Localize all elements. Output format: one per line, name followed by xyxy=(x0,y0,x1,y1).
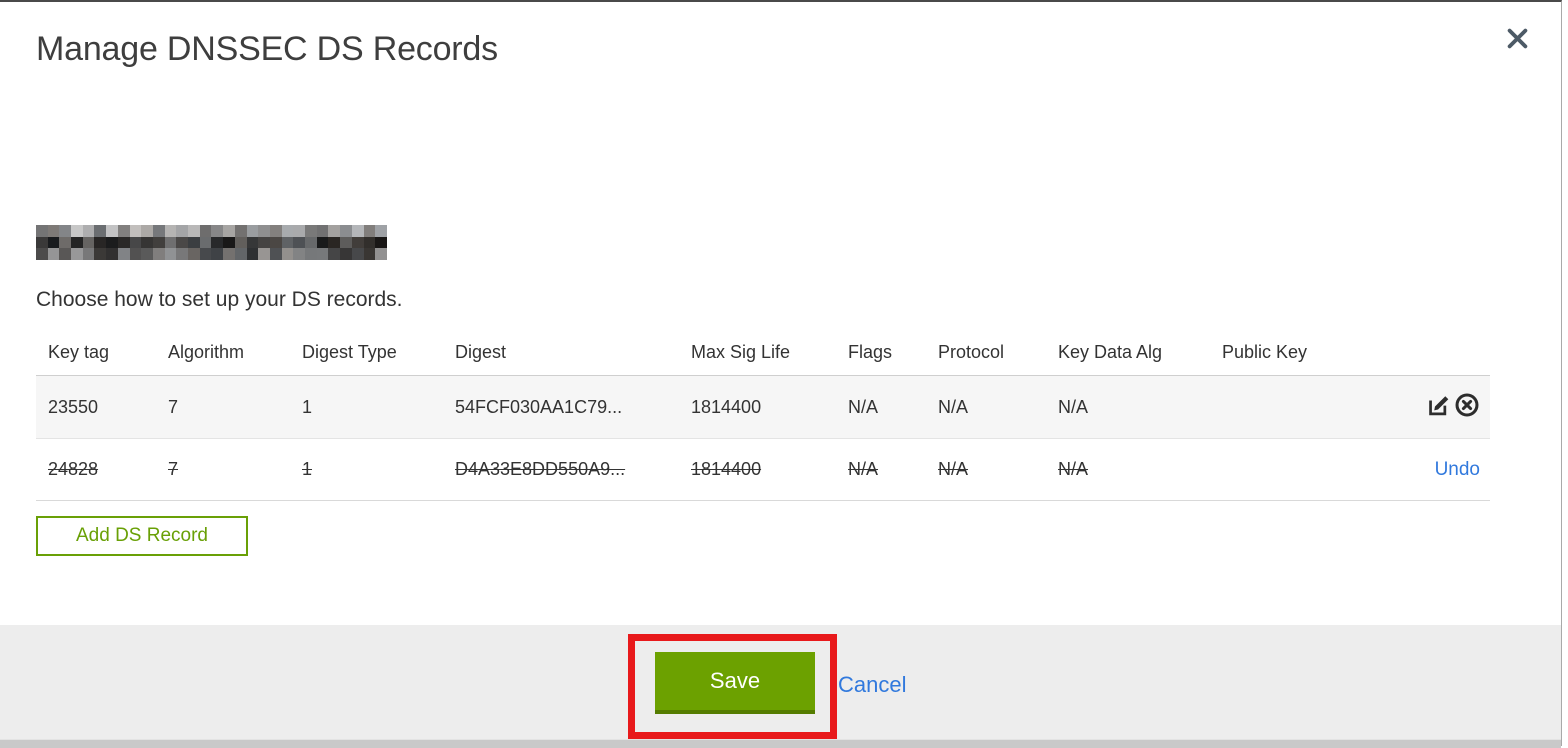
column-header-max-sig-life: Max Sig Life xyxy=(691,342,791,362)
delete-record-button[interactable] xyxy=(1454,392,1480,423)
table-row-deleted: 24828 7 1 D4A33E8DD550A9... 1814400 N/A … xyxy=(36,438,1490,501)
column-header-key-tag: Key tag xyxy=(48,342,110,362)
modal-window: Manage DNSSEC DS Records Choose how to s… xyxy=(0,0,1562,748)
cell-digest-type: 1 xyxy=(302,459,313,479)
undo-link[interactable]: Undo xyxy=(1435,459,1480,481)
cell-max-sig-life: 1814400 xyxy=(691,459,762,479)
close-icon xyxy=(1504,25,1531,57)
cancel-link[interactable]: Cancel xyxy=(838,672,906,698)
window-bottom-edge xyxy=(0,739,1561,748)
table-header-row: Key tag Algorithm Digest Type Digest Max… xyxy=(36,330,1490,375)
add-ds-record-button[interactable]: Add DS Record xyxy=(36,516,248,556)
cell-flags: N/A xyxy=(848,459,879,479)
cell-protocol: N/A xyxy=(938,396,969,417)
circle-x-icon xyxy=(1454,392,1480,423)
cell-key-data-alg: N/A xyxy=(1058,396,1089,417)
cell-flags: N/A xyxy=(848,396,879,417)
cell-digest: D4A33E8DD550A9... xyxy=(455,459,626,479)
cell-key-tag: 24828 xyxy=(48,459,99,479)
cell-max-sig-life: 1814400 xyxy=(691,396,762,417)
cell-algorithm: 7 xyxy=(168,459,179,479)
cell-key-tag: 23550 xyxy=(48,396,99,417)
cell-digest-type: 1 xyxy=(302,396,313,417)
edit-icon xyxy=(1426,392,1452,423)
row-actions xyxy=(1426,392,1480,423)
cell-key-data-alg: N/A xyxy=(1058,459,1089,479)
instruction-text: Choose how to set up your DS records. xyxy=(36,288,403,311)
save-button[interactable]: Save xyxy=(655,652,815,714)
column-header-digest: Digest xyxy=(455,342,507,362)
row-actions: Undo xyxy=(1435,459,1480,481)
edit-record-button[interactable] xyxy=(1426,392,1452,423)
table-row: 23550 7 1 54FCF030AA1C79... 1814400 N/A … xyxy=(36,375,1490,438)
column-header-algorithm: Algorithm xyxy=(168,342,245,362)
page-title: Manage DNSSEC DS Records xyxy=(36,30,498,68)
close-button[interactable] xyxy=(1500,24,1534,58)
cell-protocol: N/A xyxy=(938,459,969,479)
column-header-public-key: Public Key xyxy=(1222,342,1308,362)
ds-records-table: Key tag Algorithm Digest Type Digest Max… xyxy=(36,330,1490,501)
cell-digest: 54FCF030AA1C79... xyxy=(455,396,623,417)
redacted-domain-name xyxy=(36,225,387,260)
cell-algorithm: 7 xyxy=(168,396,179,417)
column-header-digest-type: Digest Type xyxy=(302,342,397,362)
column-header-flags: Flags xyxy=(848,342,893,362)
column-header-protocol: Protocol xyxy=(938,342,1005,362)
column-header-key-data-alg: Key Data Alg xyxy=(1058,342,1163,362)
